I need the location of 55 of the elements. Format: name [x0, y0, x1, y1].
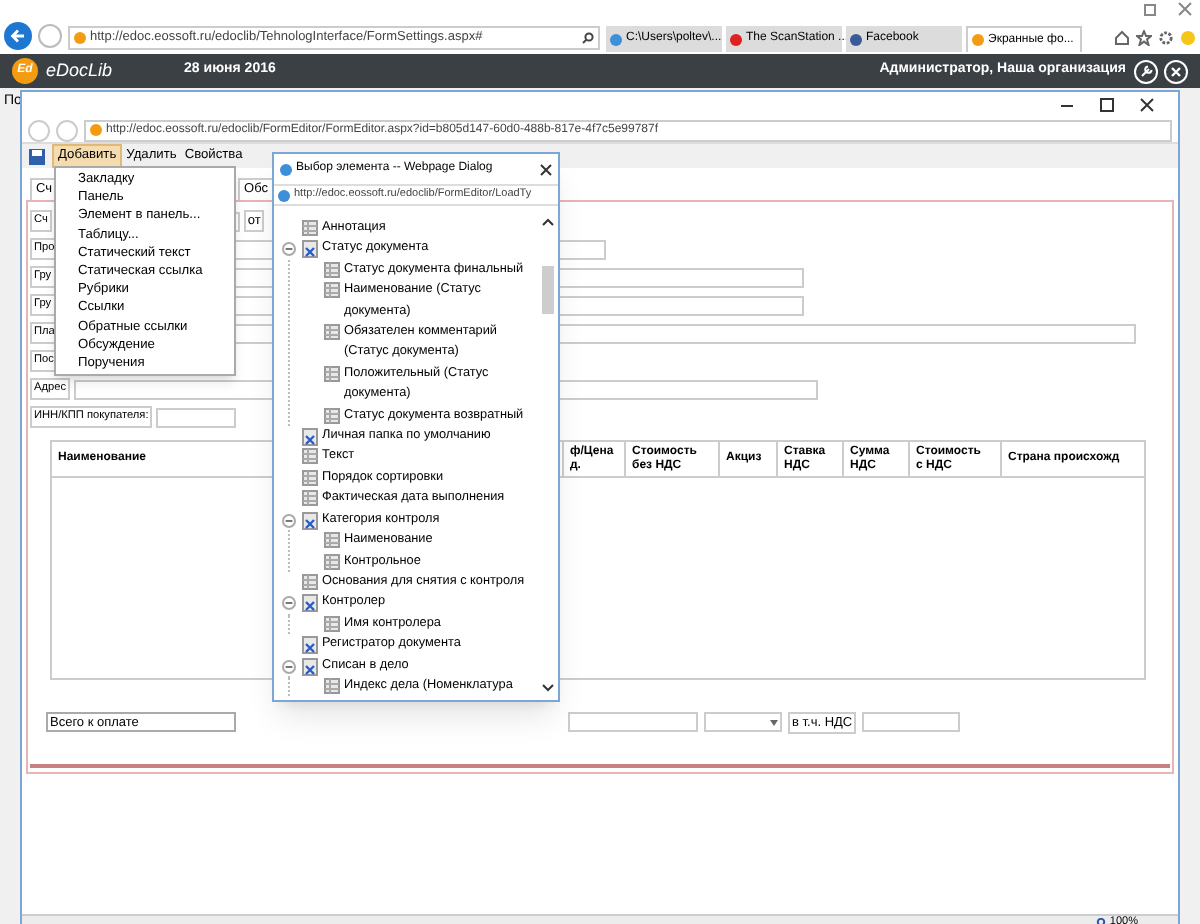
back-button[interactable] [4, 22, 32, 50]
collapse-icon[interactable] [282, 659, 296, 674]
dropdown-arrow-icon [770, 719, 778, 725]
tab-icon [610, 33, 622, 45]
restore-icon[interactable] [1144, 2, 1158, 16]
table-icon [324, 282, 340, 299]
table-icon [324, 532, 340, 549]
zoom-icon[interactable] [1095, 917, 1106, 924]
table-icon [324, 677, 340, 694]
site-icon [74, 32, 86, 44]
table-icon [302, 448, 318, 465]
tab-icon [850, 33, 862, 45]
maximize-icon[interactable] [1100, 98, 1114, 112]
table-icon [302, 573, 318, 590]
collapse-icon[interactable] [282, 596, 296, 611]
tab-icon [972, 34, 984, 46]
table-icon [302, 469, 318, 486]
collapse-icon[interactable] [282, 513, 296, 528]
table-icon [324, 615, 340, 632]
text-field[interactable] [156, 407, 237, 427]
page-icon [278, 189, 290, 201]
close-icon[interactable] [540, 163, 552, 175]
site-icon [90, 124, 102, 136]
tab-icon [730, 33, 742, 45]
search-icon[interactable] [582, 32, 594, 44]
chevron-down-icon[interactable] [542, 684, 554, 692]
close-icon[interactable] [1140, 98, 1154, 112]
select-field[interactable] [704, 712, 782, 732]
group-table-icon [302, 240, 318, 259]
collapse-icon[interactable] [282, 242, 296, 257]
brand-name: eDocLib [46, 57, 113, 84]
scroll-thumb[interactable] [542, 266, 554, 314]
close-icon [1170, 65, 1182, 77]
table-icon [302, 490, 318, 507]
text-field[interactable] [862, 712, 961, 732]
table-icon [302, 220, 318, 236]
text-field[interactable] [568, 712, 698, 732]
group-table-icon [302, 594, 318, 613]
group-table-icon [302, 511, 318, 530]
settings-button[interactable] [1134, 59, 1158, 83]
wrench-icon [1139, 64, 1153, 78]
home-icon[interactable] [1114, 30, 1130, 46]
table-icon [324, 407, 340, 424]
group-table-icon [302, 428, 318, 447]
page-icon [280, 163, 292, 175]
table-icon [324, 365, 340, 382]
table-icon [324, 324, 340, 341]
close-button[interactable] [1164, 59, 1188, 83]
chevron-up-icon[interactable] [542, 218, 554, 226]
save-icon[interactable] [28, 147, 46, 165]
table-icon [324, 553, 340, 569]
star-icon[interactable] [1136, 30, 1152, 46]
settings-icon[interactable] [1158, 30, 1174, 46]
table-icon [324, 261, 340, 278]
back-arrow-icon [10, 28, 26, 44]
